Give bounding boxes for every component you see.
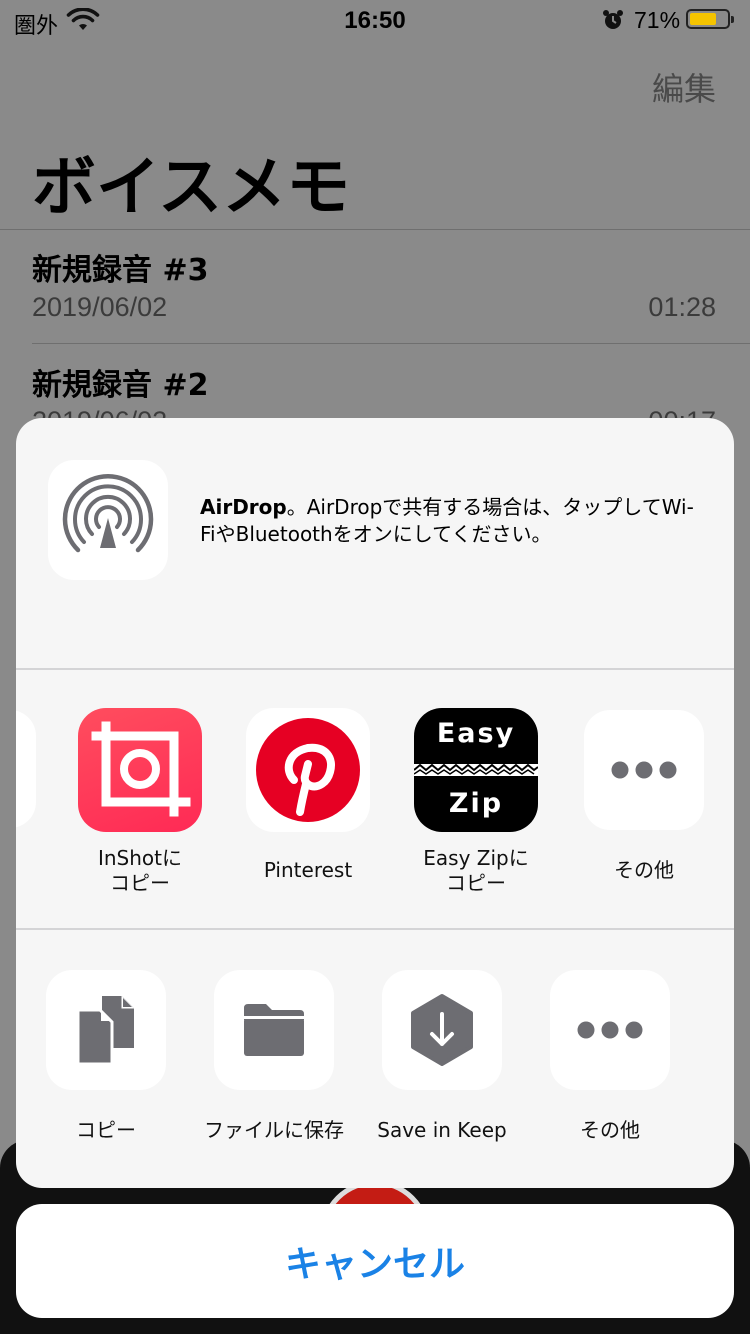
app-label: Pinterest bbox=[263, 858, 353, 882]
more-icon bbox=[550, 970, 670, 1090]
battery-percent: 71% bbox=[634, 7, 681, 33]
more-icon bbox=[584, 710, 704, 830]
airdrop-message: AirDrop。AirDropで共有する場合は、タップしてWi-FiやBluet… bbox=[200, 494, 700, 548]
action-label: コピー bbox=[76, 1118, 136, 1142]
airdrop-title: AirDrop bbox=[200, 495, 287, 519]
cancel-button[interactable]: キャンセル bbox=[16, 1204, 734, 1318]
recording-title: 新規録音 #3 bbox=[32, 253, 209, 288]
inshot-icon bbox=[78, 708, 202, 832]
action-label: ファイルに保存 bbox=[204, 1118, 344, 1142]
pinterest-icon bbox=[246, 708, 370, 832]
share-sheet: AirDrop。AirDropで共有する場合は、タップしてWi-FiやBluet… bbox=[16, 418, 734, 1188]
partial-app-icon[interactable] bbox=[16, 710, 36, 828]
alarm-icon bbox=[603, 10, 623, 29]
sheet-divider bbox=[16, 668, 734, 670]
recording-title: 新規録音 #2 bbox=[32, 368, 209, 403]
app-label: InShotに コピー bbox=[97, 846, 183, 895]
action-label: その他 bbox=[580, 1118, 640, 1142]
sheet-divider bbox=[16, 928, 734, 930]
easy-zip-bottom-text: Zip bbox=[448, 788, 504, 819]
airdrop-icon[interactable] bbox=[48, 460, 168, 580]
page-title: ボイスメモ bbox=[32, 151, 351, 225]
status-bar: 圏外 16:50 71% bbox=[0, 0, 750, 40]
recording-duration: 01:28 bbox=[648, 292, 716, 322]
edit-button[interactable]: 編集 bbox=[652, 64, 716, 110]
action-label: Save in Keep bbox=[377, 1118, 507, 1142]
app-label: その他 bbox=[614, 858, 674, 882]
recording-date: 2019/06/02 bbox=[32, 292, 168, 322]
keep-icon bbox=[382, 970, 502, 1090]
divider bbox=[32, 343, 750, 344]
easy-zip-top-text: Easy bbox=[436, 718, 516, 749]
divider bbox=[0, 229, 750, 230]
battery-icon bbox=[686, 9, 734, 29]
copy-icon bbox=[46, 970, 166, 1090]
folder-icon bbox=[214, 970, 334, 1090]
battery-fill bbox=[690, 13, 716, 25]
easy-zip-icon: Easy Zip bbox=[414, 708, 538, 832]
app-label: Easy Zipに コピー bbox=[423, 846, 529, 895]
